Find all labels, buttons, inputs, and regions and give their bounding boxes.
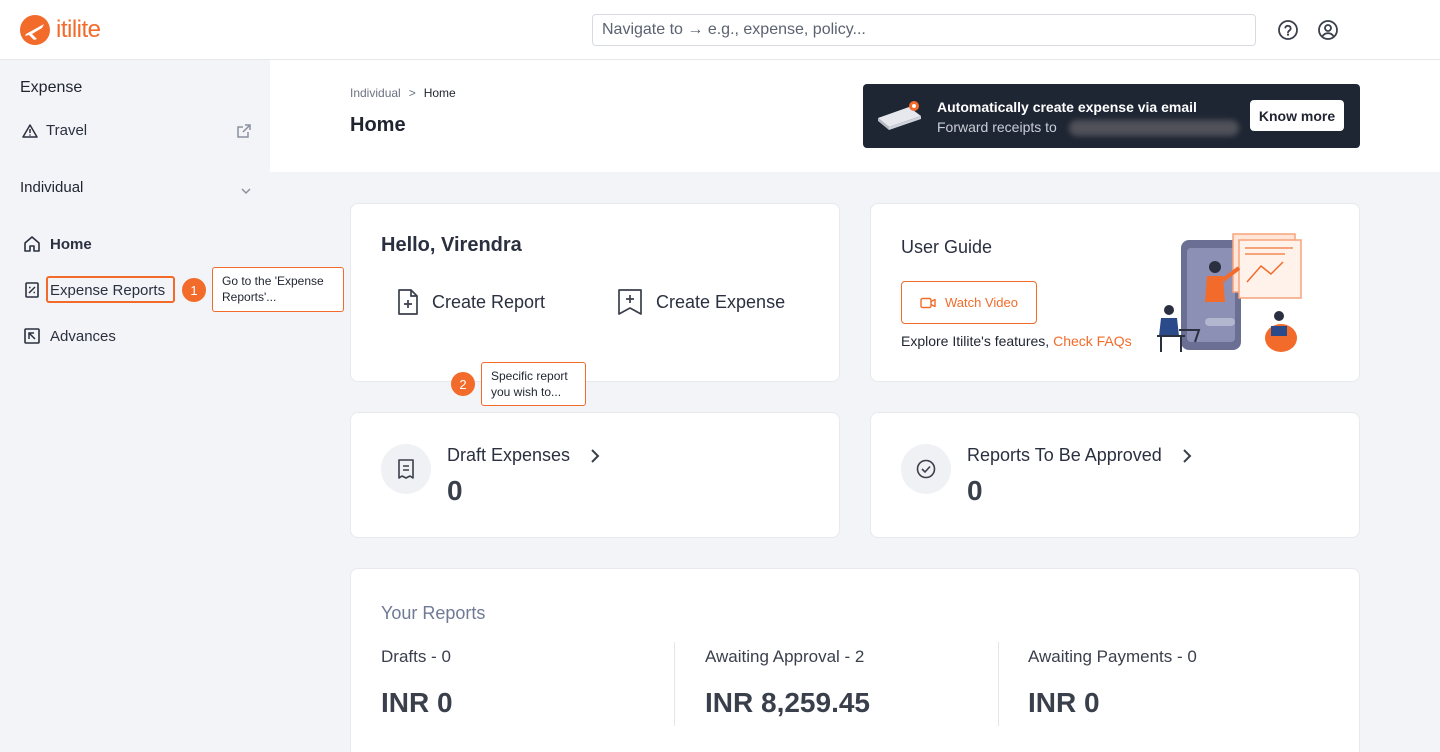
draft-expenses-card[interactable]: Draft Expenses 0: [350, 412, 840, 538]
tooltip-line: you wish to...: [491, 385, 562, 399]
user-guide-card: User Guide Watch Video Explore Itilite's…: [870, 203, 1360, 382]
tooltip-line: Reports'...: [222, 290, 277, 304]
sidebar-item-advances[interactable]: Advances: [22, 326, 116, 346]
external-link-icon[interactable]: [236, 123, 252, 144]
tooltip-line: Go to the 'Expense: [222, 274, 324, 288]
user-guide-illustration: [1157, 233, 1302, 352]
stat-label-text: Draft Expenses: [447, 445, 571, 465]
chevron-right-icon[interactable]: [1182, 448, 1192, 464]
step-1-badge: 1: [182, 278, 206, 302]
awaiting-payments-amount: INR 0: [1028, 687, 1100, 718]
reports-to-be-approved-count: 0: [967, 475, 983, 506]
plane-logo-icon: [20, 15, 50, 45]
sidebar-item-home[interactable]: Home: [22, 234, 92, 254]
top-bar: itilite: [0, 0, 1440, 60]
check-circle-icon: [901, 444, 951, 494]
email-envelope-icon: [878, 101, 921, 130]
step-1-tooltip: Go to the 'Expense Reports'...: [212, 267, 344, 312]
drafts-amount: INR 0: [381, 687, 453, 718]
breadcrumb-current: Home: [423, 86, 456, 100]
video-camera-icon: [920, 297, 936, 308]
warning-triangle-icon: [22, 123, 38, 138]
chevron-right-icon[interactable]: [590, 448, 600, 464]
check-faqs-link[interactable]: Check FAQs: [1053, 333, 1132, 349]
create-report-button[interactable]: Create Report: [396, 288, 545, 316]
divider: [998, 642, 999, 726]
file-plus-icon: [398, 289, 418, 315]
hello-card: Hello, Virendra Create Report Create Exp…: [350, 203, 840, 382]
navigate-search-input[interactable]: [592, 14, 1256, 46]
advance-icon: [24, 328, 40, 344]
awaiting-payments-column[interactable]: Awaiting Payments - 0 INR 0: [1028, 647, 1328, 719]
draft-expenses-count: 0: [447, 475, 463, 506]
create-report-label: Create Report: [432, 291, 546, 312]
breadcrumb-separator: >: [408, 86, 416, 100]
banner-subtitle: Forward receipts to: [937, 119, 1057, 135]
chevron-down-icon[interactable]: [240, 184, 252, 202]
itilite-logo[interactable]: itilite: [20, 15, 101, 45]
tooltip-line: Specific report: [491, 369, 568, 383]
sidebar: Expense Travel Individual Home Expense R…: [0, 60, 270, 752]
your-reports-card: Your Reports Drafts - 0 INR 0 Awaiting A…: [350, 568, 1360, 752]
draft-expenses-label: Draft Expenses: [447, 445, 600, 466]
watch-video-button[interactable]: Watch Video: [901, 281, 1037, 324]
help-circle-icon[interactable]: [1277, 19, 1299, 41]
know-more-button[interactable]: Know more: [1250, 100, 1344, 131]
your-reports-title: Your Reports: [381, 603, 486, 623]
page-title: Home: [350, 114, 406, 136]
user-guide-title: User Guide: [901, 237, 993, 257]
create-expense-button[interactable]: Create Expense: [616, 288, 785, 316]
sidebar-item-label: Home: [50, 235, 92, 253]
brand-name: itilite: [56, 16, 101, 43]
report-icon: [25, 282, 39, 298]
breadcrumb-parent[interactable]: Individual: [350, 86, 401, 100]
drafts-column[interactable]: Drafts - 0 INR 0: [381, 647, 681, 719]
explore-text: Explore Itilite's features, Check FAQs: [901, 333, 1132, 349]
reports-to-be-approved-card[interactable]: Reports To Be Approved 0: [870, 412, 1360, 538]
divider: [674, 642, 675, 726]
sidebar-item-label: Advances: [50, 327, 116, 345]
sidebar-item-travel[interactable]: Travel: [22, 122, 87, 139]
explore-label: Explore Itilite's features,: [901, 333, 1050, 349]
greeting: Hello, Virendra: [381, 234, 522, 256]
awaiting-approval-column[interactable]: Awaiting Approval - 2 INR 8,259.45: [705, 647, 1005, 719]
sidebar-item-label: Travel: [46, 122, 88, 139]
watch-video-label: Watch Video: [945, 295, 1018, 310]
expense-reports-highlight: [46, 276, 175, 303]
home-icon: [24, 236, 40, 252]
stat-label-text: Reports To Be Approved: [967, 445, 1162, 465]
step-2-badge: 2: [451, 372, 475, 396]
sidebar-section-expense: Expense: [20, 79, 83, 96]
email-expense-banner: Automatically create expense via email F…: [863, 84, 1360, 148]
step-2-tooltip: Specific report you wish to...: [481, 362, 586, 406]
banner-title: Automatically create expense via email: [937, 99, 1197, 115]
awaiting-payments-label: Awaiting Payments - 0: [1028, 647, 1197, 666]
user-circle-icon[interactable]: [1317, 19, 1339, 41]
drafts-label: Drafts - 0: [381, 647, 451, 666]
receipt-icon: [381, 444, 431, 494]
breadcrumb: Individual > Home: [350, 86, 456, 100]
sidebar-section-individual[interactable]: Individual: [20, 179, 83, 196]
awaiting-approval-amount: INR 8,259.45: [705, 687, 870, 718]
create-expense-label: Create Expense: [656, 291, 786, 312]
awaiting-approval-label: Awaiting Approval - 2: [705, 647, 865, 666]
reports-to-be-approved-label: Reports To Be Approved: [967, 445, 1192, 466]
bookmark-plus-icon: [618, 289, 642, 315]
redacted-email: [1069, 120, 1239, 136]
